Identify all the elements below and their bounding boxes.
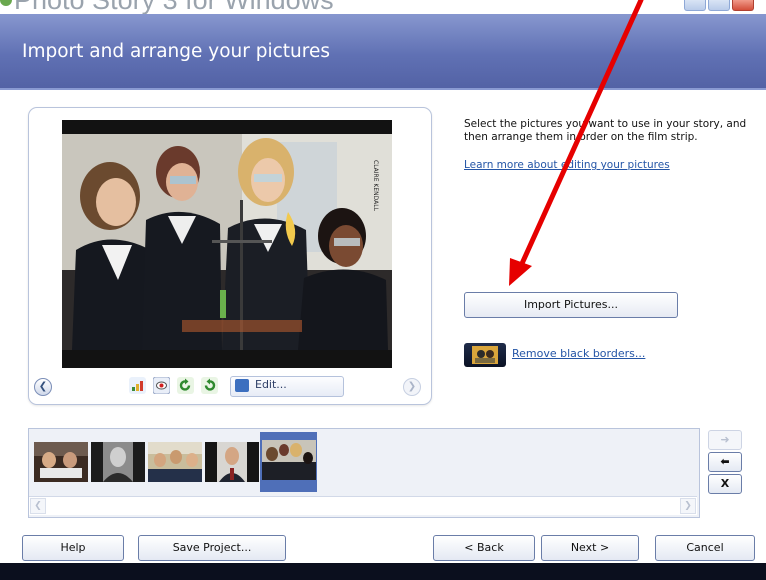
levels-icon[interactable] bbox=[129, 377, 146, 394]
photo-watermark: CLAIRE KENDALL bbox=[372, 160, 379, 212]
move-right-button[interactable]: ➜ bbox=[708, 430, 742, 450]
remove-borders-link[interactable]: Remove black borders... bbox=[512, 347, 645, 360]
lab-photo-image: CLAIRE KENDALL bbox=[62, 120, 392, 368]
next-button[interactable]: Next > bbox=[541, 535, 639, 561]
chevron-left-icon: ❮ bbox=[38, 381, 48, 392]
thumbnail-portrait-boy[interactable] bbox=[205, 442, 259, 482]
preview-photo: CLAIRE KENDALL bbox=[62, 120, 392, 368]
window-title: Photo Story 3 for Windows bbox=[14, 0, 334, 14]
delete-icon: X bbox=[720, 477, 730, 490]
next-picture-button[interactable]: ❯ bbox=[403, 378, 421, 396]
chevron-left-icon: ❮ bbox=[34, 501, 42, 511]
red-eye-icon[interactable] bbox=[152, 376, 171, 395]
thumbnail-lab-girls[interactable] bbox=[262, 440, 316, 480]
previous-picture-button[interactable]: ❮ bbox=[34, 378, 52, 396]
save-project-button[interactable]: Save Project... bbox=[138, 535, 286, 561]
edit-button[interactable]: Edit... bbox=[230, 376, 344, 397]
cancel-button[interactable]: Cancel bbox=[655, 535, 755, 561]
film-strip-scrollbar[interactable] bbox=[29, 496, 697, 515]
chevron-right-icon: ❯ bbox=[407, 381, 417, 392]
minimize-button[interactable] bbox=[684, 0, 706, 11]
window-bottom-border bbox=[0, 563, 766, 580]
arrow-right-icon: ➜ bbox=[720, 433, 730, 446]
window-titlebar: Photo Story 3 for Windows bbox=[0, 0, 766, 14]
arrow-left-icon: ⬅ bbox=[720, 455, 730, 468]
thumbnail-portrait-girl[interactable] bbox=[91, 442, 145, 482]
edit-icon bbox=[235, 379, 249, 392]
rotate-right-icon[interactable] bbox=[201, 377, 218, 394]
scroll-right-button[interactable]: ❯ bbox=[680, 498, 696, 514]
delete-picture-button[interactable]: X bbox=[708, 474, 742, 494]
scroll-left-button[interactable]: ❮ bbox=[30, 498, 46, 514]
close-window-button[interactable] bbox=[732, 0, 754, 11]
import-pictures-button[interactable]: Import Pictures... bbox=[464, 292, 678, 318]
help-button[interactable]: Help bbox=[22, 535, 124, 561]
chevron-right-icon: ❯ bbox=[684, 501, 692, 511]
maximize-button[interactable] bbox=[708, 0, 730, 11]
thumbnail-classroom-group[interactable] bbox=[148, 442, 202, 482]
wizard-header: Import and arrange your pictures bbox=[0, 14, 766, 88]
remove-borders-icon[interactable] bbox=[464, 343, 506, 367]
thumbnail-classroom-girls[interactable] bbox=[34, 442, 88, 482]
learn-more-link[interactable]: Learn more about editing your pictures bbox=[464, 159, 670, 171]
edit-label: Edit... bbox=[255, 378, 287, 391]
instructions-text: Select the pictures you want to use in y… bbox=[464, 118, 747, 143]
back-button[interactable]: < Back bbox=[433, 535, 535, 561]
app-icon bbox=[0, 0, 12, 6]
move-left-button[interactable]: ⬅ bbox=[708, 452, 742, 472]
page-title: Import and arrange your pictures bbox=[22, 41, 330, 62]
rotate-left-icon[interactable] bbox=[177, 377, 194, 394]
